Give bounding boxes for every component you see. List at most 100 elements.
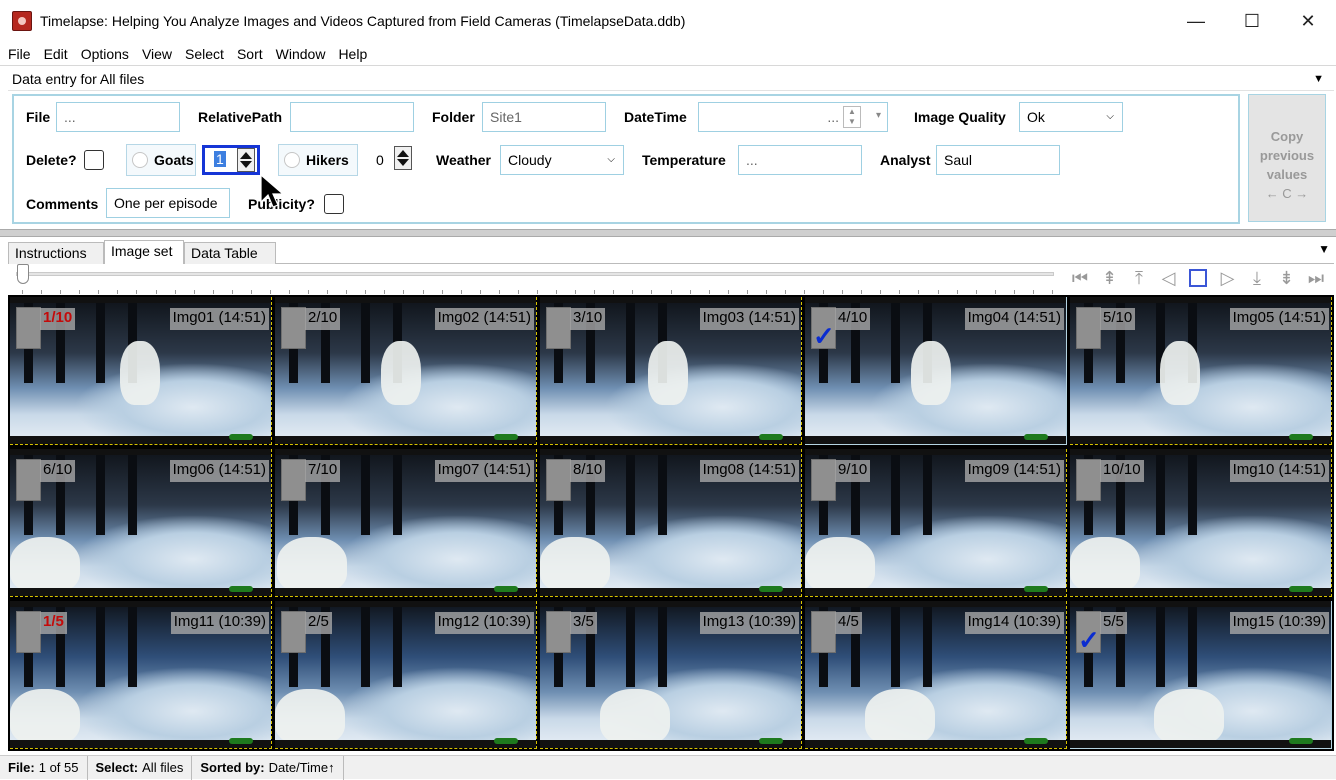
next-icon[interactable]: ▷ bbox=[1216, 264, 1240, 292]
thumbnail-checkbox[interactable] bbox=[811, 611, 836, 653]
thumbnail-checkbox[interactable] bbox=[16, 307, 41, 349]
slider-tick bbox=[1052, 290, 1053, 294]
thumbnail-checkbox[interactable] bbox=[281, 459, 306, 501]
first-icon[interactable]: ⏮ bbox=[1068, 264, 1092, 292]
relative-path-label: RelativePath bbox=[198, 109, 283, 125]
image-slider-thumb[interactable] bbox=[17, 264, 29, 284]
image-slider-track[interactable] bbox=[16, 272, 1054, 276]
tree-trunk bbox=[891, 607, 900, 687]
image-quality-select[interactable]: Ok ⌵ bbox=[1019, 102, 1123, 132]
datetime-spinner-icon[interactable]: ▲ ▼ bbox=[843, 106, 861, 128]
thumbnail-checkbox[interactable] bbox=[16, 459, 41, 501]
image-label: Img15 (10:39) bbox=[1229, 612, 1329, 634]
thumbnail-checkbox[interactable] bbox=[811, 459, 836, 501]
image-thumbnail[interactable]: ✓ 5/5 Img15 (10:39) bbox=[1070, 601, 1332, 749]
goats-field[interactable]: 1 bbox=[202, 145, 260, 175]
folder-field[interactable]: Site1 bbox=[482, 102, 606, 132]
camera-stamp-top bbox=[10, 297, 271, 303]
thumbnail-checkbox[interactable] bbox=[281, 307, 306, 349]
copy-previous-values-button[interactable]: Copy previous values ← C → bbox=[1248, 94, 1326, 222]
goats-spinner-icon[interactable] bbox=[237, 148, 255, 172]
image-label: Img08 (14:51) bbox=[699, 460, 799, 482]
slider-tick bbox=[403, 290, 405, 294]
page-up-icon[interactable]: ⇞ bbox=[1098, 264, 1122, 292]
slider-tick bbox=[880, 290, 882, 294]
image-thumbnail[interactable]: 9/10 Img09 (14:51) bbox=[805, 449, 1067, 597]
thumbnail-checkbox[interactable] bbox=[1076, 459, 1101, 501]
tab-instructions[interactable]: Instructions bbox=[8, 242, 104, 264]
status-select-value: All files bbox=[142, 760, 184, 775]
publicity-checkbox[interactable] bbox=[324, 194, 344, 214]
thumbnail-checkbox[interactable] bbox=[281, 611, 306, 653]
image-thumbnail[interactable]: 2/5 Img12 (10:39) bbox=[275, 601, 537, 749]
row-down-icon[interactable]: ⤓ bbox=[1245, 264, 1269, 292]
hikers-spinner-icon[interactable] bbox=[394, 146, 412, 170]
tab-data-table[interactable]: Data Table bbox=[184, 242, 276, 264]
comments-field[interactable]: One per episode bbox=[106, 188, 230, 218]
image-thumbnail[interactable]: 5/10 Img05 (14:51) bbox=[1070, 297, 1332, 445]
page-down-icon[interactable]: ⇟ bbox=[1275, 264, 1299, 292]
pane-splitter[interactable] bbox=[0, 229, 1336, 237]
slider-tick bbox=[746, 290, 748, 294]
hikers-value[interactable]: 0 bbox=[376, 152, 384, 168]
image-thumbnail[interactable]: 3/10 Img03 (14:51) bbox=[540, 297, 802, 445]
minimize-button[interactable]: — bbox=[1168, 0, 1224, 42]
close-button[interactable]: ✕ bbox=[1280, 0, 1336, 42]
tab-image-set[interactable]: Image set bbox=[104, 240, 184, 264]
image-thumbnail[interactable]: 1/5 Img11 (10:39) bbox=[10, 601, 272, 749]
menu-view[interactable]: View bbox=[142, 46, 172, 62]
stop-icon[interactable] bbox=[1186, 264, 1210, 292]
tab-menu-icon[interactable]: ▼ bbox=[1318, 242, 1330, 256]
menu-sort[interactable]: Sort bbox=[237, 46, 263, 62]
analyst-field[interactable]: Saul bbox=[936, 145, 1060, 175]
temperature-field[interactable]: ... bbox=[738, 145, 862, 175]
image-thumbnail[interactable]: 1/10 Img01 (14:51) bbox=[10, 297, 272, 445]
analyst-label: Analyst bbox=[880, 152, 931, 168]
image-thumbnail[interactable]: 2/10 Img02 (14:51) bbox=[275, 297, 537, 445]
weather-select[interactable]: Cloudy ⌵ bbox=[500, 145, 624, 175]
mouse-cursor-icon bbox=[260, 173, 285, 208]
image-thumbnail[interactable]: 8/10 Img08 (14:51) bbox=[540, 449, 802, 597]
camera-stamp-top bbox=[1070, 601, 1331, 607]
collapse-caret-icon[interactable]: ▼ bbox=[1313, 73, 1324, 85]
image-thumbnail[interactable]: 10/10 Img10 (14:51) bbox=[1070, 449, 1332, 597]
relative-path-field[interactable] bbox=[290, 102, 414, 132]
episode-fraction: 4/5 bbox=[835, 612, 862, 634]
thumbnail-checkbox[interactable] bbox=[546, 459, 571, 501]
row-up-icon[interactable]: ⤒ bbox=[1127, 264, 1151, 292]
image-thumbnail[interactable]: 3/5 Img13 (10:39) bbox=[540, 601, 802, 749]
image-thumbnail[interactable]: 7/10 Img07 (14:51) bbox=[275, 449, 537, 597]
image-thumbnail[interactable]: 6/10 Img06 (14:51) bbox=[10, 449, 272, 597]
prev-icon[interactable]: ◁ bbox=[1157, 264, 1181, 292]
camera-led bbox=[1289, 586, 1313, 592]
slider-tick bbox=[498, 290, 500, 294]
thumbnail-checkbox[interactable] bbox=[1076, 307, 1101, 349]
delete-checkbox[interactable] bbox=[84, 150, 104, 170]
menu-help[interactable]: Help bbox=[338, 46, 367, 62]
app-icon bbox=[12, 11, 32, 31]
thumbnail-checkbox[interactable] bbox=[546, 611, 571, 653]
menu-select[interactable]: Select bbox=[185, 46, 224, 62]
goats-radio[interactable] bbox=[132, 152, 148, 168]
image-thumbnail[interactable]: ✓ 4/10 Img04 (14:51) bbox=[805, 297, 1067, 445]
hikers-radio[interactable] bbox=[284, 152, 300, 168]
thumbnail-checkbox[interactable] bbox=[16, 611, 41, 653]
image-grid: 1/10 Img01 (14:51) 2/10 Img02 (14:51) 3/10 Im… bbox=[8, 295, 1334, 751]
maximize-button[interactable]: ☐ bbox=[1224, 0, 1280, 42]
slider-tick bbox=[22, 290, 23, 294]
slider-tick bbox=[269, 290, 271, 294]
datetime-dropdown-icon[interactable]: ▾ bbox=[876, 110, 881, 121]
slider-tick bbox=[155, 290, 157, 294]
episode-fraction: 3/5 bbox=[570, 612, 597, 634]
menu-file[interactable]: File bbox=[8, 46, 31, 62]
status-file-value: 1 of 55 bbox=[38, 760, 79, 775]
image-thumbnail[interactable]: 4/5 Img14 (10:39) bbox=[805, 601, 1067, 749]
last-icon[interactable]: ⏭ bbox=[1304, 264, 1328, 292]
menu-window[interactable]: Window bbox=[276, 46, 326, 62]
datetime-field[interactable]: ... ▲ ▼ ▾ bbox=[698, 102, 888, 132]
file-field[interactable]: ... bbox=[56, 102, 180, 132]
menu-options[interactable]: Options bbox=[81, 46, 129, 62]
mountain-goat bbox=[600, 689, 670, 745]
thumbnail-checkbox[interactable] bbox=[546, 307, 571, 349]
menu-edit[interactable]: Edit bbox=[44, 46, 68, 62]
